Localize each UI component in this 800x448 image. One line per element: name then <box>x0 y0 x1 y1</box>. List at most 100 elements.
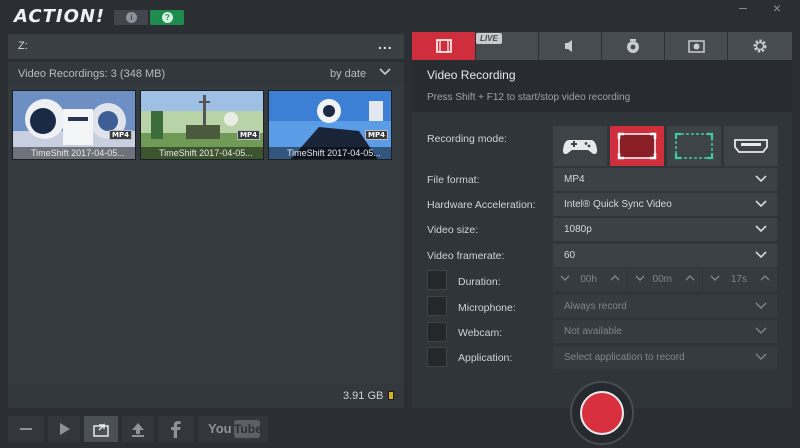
gear-icon <box>753 39 767 53</box>
minimize-button[interactable]: – <box>735 0 751 14</box>
free-space-text: 3.91 GB <box>343 390 384 402</box>
close-button[interactable]: × <box>769 1 785 15</box>
fullscreen-region-icon <box>617 132 657 160</box>
duration-minutes-value: 00m <box>652 274 672 285</box>
tab-settings[interactable] <box>728 32 792 60</box>
delete-button[interactable] <box>8 416 44 442</box>
youtube-tube-text: Tube <box>234 420 262 438</box>
sort-dropdown[interactable]: by date <box>330 68 366 80</box>
path-bar[interactable]: Z: ... <box>8 34 404 59</box>
record-icon <box>580 391 624 435</box>
chevron-down-icon[interactable] <box>378 65 392 79</box>
thumbnail-caption: TimeShift 2017-04-05... <box>141 147 263 159</box>
chevron-up-icon[interactable] <box>685 273 695 283</box>
chevron-up-icon[interactable] <box>760 273 770 283</box>
upload-button[interactable] <box>122 416 154 442</box>
mode-screen-region-button[interactable] <box>610 126 664 166</box>
recordings-list-header: Video Recordings: 3 (348 MB) by date <box>8 62 404 86</box>
help-icon: ? <box>162 12 173 23</box>
duration-checkbox[interactable] <box>427 270 447 290</box>
duration-label: Duration: <box>458 276 501 288</box>
recordings-list: MP4 TimeShift 2017-04-05... MP4 TimeShif… <box>8 86 404 384</box>
chevron-down-icon[interactable] <box>560 273 570 283</box>
tab-screenshot[interactable] <box>665 32 728 60</box>
minus-icon <box>20 428 32 430</box>
recording-thumbnail[interactable]: MP4 TimeShift 2017-04-05... <box>12 90 136 160</box>
play-icon <box>60 423 70 435</box>
path-text: Z: <box>18 40 28 52</box>
tab-webcam[interactable] <box>602 32 665 60</box>
chevron-down-icon[interactable] <box>635 273 645 283</box>
area-select-icon <box>674 132 714 160</box>
thumbnail-caption: TimeShift 2017-04-05... <box>13 147 135 159</box>
application-select[interactable]: Select application to record <box>553 346 777 369</box>
format-badge: MP4 <box>237 130 260 140</box>
video-size-label: Video size: <box>427 224 479 236</box>
mode-game-button[interactable] <box>553 126 607 166</box>
gamepad-icon <box>563 140 597 155</box>
export-button[interactable] <box>84 416 118 442</box>
info-icon: i <box>126 12 137 23</box>
chevron-up-icon[interactable] <box>610 273 620 283</box>
mode-area-button[interactable] <box>667 126 721 166</box>
tab-video-recording[interactable] <box>412 32 476 60</box>
duration-minutes-spinner[interactable]: 00m <box>628 268 702 291</box>
tab-live-streaming[interactable]: LIVE <box>476 32 539 60</box>
webcam-label: Webcam: <box>458 327 503 339</box>
upload-icon <box>132 423 144 437</box>
film-icon <box>436 39 452 53</box>
framerate-value: 60 <box>564 250 576 261</box>
record-button[interactable] <box>570 381 634 445</box>
hw-accel-label: Hardware Acceleration: <box>427 199 536 211</box>
format-badge: MP4 <box>365 130 388 140</box>
duration-hours-value: 00h <box>580 274 597 285</box>
format-badge: MP4 <box>109 130 132 140</box>
thumbnail-caption: TimeShift 2017-04-05... <box>269 147 391 159</box>
youtube-you-text: You <box>208 421 232 436</box>
chevron-down-icon <box>755 200 767 208</box>
video-size-select[interactable]: 1080p <box>553 218 777 241</box>
webcam-select[interactable]: Not available <box>553 320 777 343</box>
info-button[interactable]: i <box>114 10 148 25</box>
hw-accel-select[interactable]: Intel® Quick Sync Video <box>553 193 777 216</box>
mode-hdmi-button[interactable] <box>724 126 778 166</box>
application-value: Select application to record <box>564 352 685 363</box>
hdmi-icon <box>734 139 768 153</box>
file-format-label: File format: <box>427 174 480 186</box>
battery-icon <box>388 391 394 400</box>
recording-thumbnail[interactable]: MP4 TimeShift 2017-04-05... <box>140 90 264 160</box>
export-icon <box>93 423 109 437</box>
microphone-label: Microphone: <box>458 302 516 314</box>
recordings-count: Video Recordings: 3 (348 MB) <box>18 68 166 80</box>
section-title: Video Recording <box>427 68 516 82</box>
hw-accel-value: Intel® Quick Sync Video <box>564 199 672 210</box>
facebook-button[interactable] <box>158 416 194 442</box>
play-button[interactable] <box>48 416 80 442</box>
help-button[interactable]: ? <box>150 10 184 25</box>
duration-hours-spinner[interactable]: 00h <box>553 268 627 291</box>
microphone-value: Always record <box>564 301 627 312</box>
chevron-down-icon <box>755 327 767 334</box>
framerate-select[interactable]: 60 <box>553 244 777 267</box>
storage-status-bar: 3.91 GB <box>8 384 404 408</box>
path-menu-button[interactable]: ... <box>378 36 393 52</box>
recording-thumbnail[interactable]: MP4 TimeShift 2017-04-05... <box>268 90 392 160</box>
file-format-value: MP4 <box>564 174 585 185</box>
application-checkbox[interactable] <box>427 347 447 367</box>
mode-tabs: LIVE <box>412 32 792 60</box>
duration-seconds-spinner[interactable]: 17s <box>703 268 777 291</box>
microphone-select[interactable]: Always record <box>553 295 777 318</box>
youtube-button[interactable]: You Tube <box>198 416 268 442</box>
duration-seconds-value: 17s <box>730 274 747 285</box>
tab-audio[interactable] <box>539 32 602 60</box>
chevron-down-icon <box>755 302 767 309</box>
chevron-down-icon[interactable] <box>710 273 720 283</box>
webcam-icon <box>627 39 639 53</box>
framerate-label: Video framerate: <box>427 250 505 262</box>
video-size-value: 1080p <box>564 224 592 235</box>
hotkey-hint: Press Shift + F12 to start/stop video re… <box>427 92 631 103</box>
webcam-checkbox[interactable] <box>427 322 447 342</box>
microphone-checkbox[interactable] <box>427 296 447 316</box>
app-logo: ACTION! <box>14 6 106 27</box>
file-format-select[interactable]: MP4 <box>553 168 777 191</box>
